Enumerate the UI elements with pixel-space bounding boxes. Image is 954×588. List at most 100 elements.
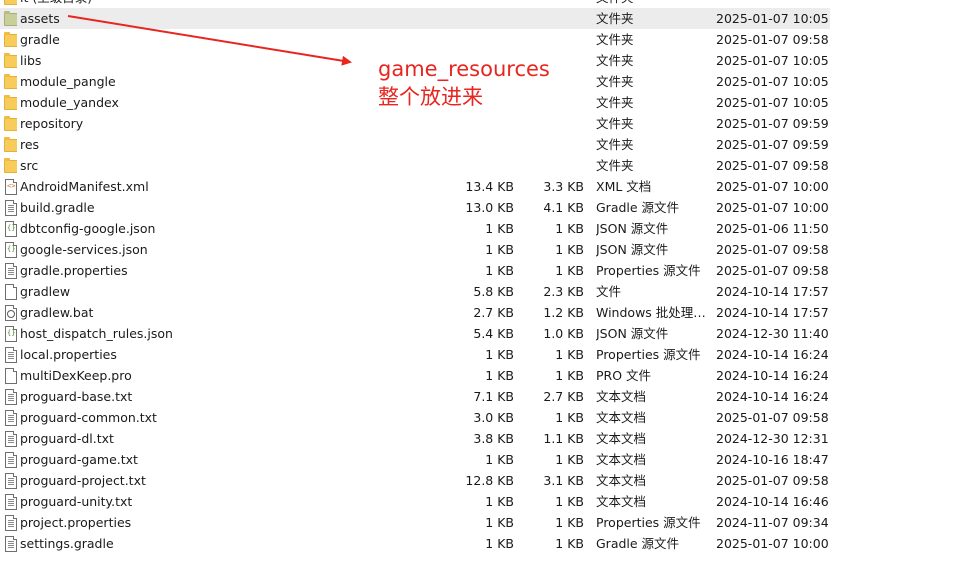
file-row[interactable]: proguard-project.txt 12.8 KB 3.1 KB 文本文档 202… [0,470,830,491]
file-type: 文件夹 [596,137,634,152]
file-modified-date: 2024-10-14 16:24 [716,368,829,383]
file-text-icon [3,449,17,470]
folder-icon [3,0,17,8]
file-row[interactable]: gradle.properties 1 KB 1 KB Properties 源文件 2… [0,260,830,281]
file-modified-date: 2025-01-07 09:59 [716,116,829,131]
file-modified-date: 2024-10-14 16:24 [716,347,829,362]
file-size [440,134,514,155]
file-type: 文本文档 [596,473,647,488]
folder-row[interactable]: lt (上级目录) 文件夹 [0,0,830,8]
file-text-icon [3,512,17,533]
file-type: JSON 源文件 [596,242,669,257]
file-row[interactable]: proguard-unity.txt 1 KB 1 KB 文本文档 2024-10-14… [0,491,830,512]
file-text-icon [3,470,17,491]
file-modified-date: 2025-01-07 10:05 [716,11,829,26]
file-type: 文本文档 [596,494,647,509]
file-type: JSON 源文件 [596,326,669,341]
file-text-icon [3,197,17,218]
annotation-text-folder-name: game_resources [378,57,550,81]
file-row[interactable]: gradlew 5.8 KB 2.3 KB 文件 2024-10-14 17:57 [0,281,830,302]
file-modified-date: 2025-01-07 09:59 [716,137,829,152]
file-size: 1 KB [485,494,514,509]
file-size: 3.0 KB [473,410,514,425]
file-type: 文件 [596,284,622,299]
file-type: Gradle 源文件 [596,200,680,215]
file-packed-size: 3.1 KB [543,473,584,488]
file-name: project.properties [20,515,132,530]
file-size [440,8,514,29]
file-name: proguard-common.txt [20,410,157,425]
file-type: 文件夹 [596,95,634,110]
file-name: local.properties [20,347,117,362]
folder-row[interactable]: res 文件夹 2025-01-07 09:59 [0,134,830,155]
file-modified-date: 2024-10-16 18:47 [716,452,829,467]
file-type: Windows 批处理… [596,305,706,320]
file-size: 2.7 KB [473,305,514,320]
file-row[interactable]: build.gradle 13.0 KB 4.1 KB Gradle 源文件 2025-… [0,197,830,218]
file-type: 文本文档 [596,410,647,425]
file-name: AndroidManifest.xml [20,179,149,194]
file-packed-size: 1 KB [555,494,584,509]
folder-row[interactable]: repository 文件夹 2025-01-07 09:59 [0,113,830,134]
folder-row[interactable]: gradle 文件夹 2025-01-07 09:58 [0,29,830,50]
file-name: multiDexKeep.pro [20,368,132,383]
file-type: 文本文档 [596,389,647,404]
file-size: 1 KB [485,221,514,236]
file-type: Properties 源文件 [596,515,701,530]
file-text-icon [3,407,17,428]
file-row[interactable]: proguard-game.txt 1 KB 1 KB 文本文档 2024-10-16 … [0,449,830,470]
file-row[interactable]: {} host_dispatch_rules.json 5.4 KB 1.0 KB JS… [0,323,830,344]
file-packed-size: 1 KB [555,452,584,467]
file-blank-icon [3,365,17,386]
file-type: Properties 源文件 [596,263,701,278]
file-row[interactable]: {} dbtconfig-google.json 1 KB 1 KB JSON 源文件 2… [0,218,830,239]
file-modified-date: 2025-01-07 09:58 [716,263,829,278]
folder-row[interactable]: assets 文件夹 2025-01-07 10:05 [0,8,830,29]
file-modified-date: 2025-01-07 10:05 [716,53,829,68]
file-type: Gradle 源文件 [596,536,680,551]
file-packed-size [520,29,584,50]
file-row[interactable]: <> AndroidManifest.xml 13.4 KB 3.3 KB XML 文档… [0,176,830,197]
file-row[interactable]: project.properties 1 KB 1 KB Properties 源文件… [0,512,830,533]
file-type: JSON 源文件 [596,221,669,236]
folder-icon [3,29,17,50]
file-size: 12.8 KB [465,473,514,488]
file-modified-date: 2024-10-14 16:24 [716,389,829,404]
file-modified-date: 2024-11-07 09:34 [716,515,829,530]
file-size: 5.8 KB [473,284,514,299]
file-size: 13.4 KB [465,179,514,194]
file-modified-date: 2024-12-30 11:40 [716,326,829,341]
file-packed-size [520,0,584,8]
file-name: gradle.properties [20,263,128,278]
file-packed-size [520,92,584,113]
file-size [440,155,514,176]
file-name: lt (上级目录) [20,0,440,8]
file-type: PRO 文件 [596,368,652,383]
file-name: proguard-project.txt [20,473,146,488]
file-row[interactable]: proguard-dl.txt 3.8 KB 1.1 KB 文本文档 2024-12-3… [0,428,830,449]
file-row[interactable]: proguard-common.txt 3.0 KB 1 KB 文本文档 2025-01… [0,407,830,428]
file-packed-size: 1 KB [555,536,584,551]
folder-row[interactable]: src 文件夹 2025-01-07 09:58 [0,155,830,176]
file-row[interactable]: local.properties 1 KB 1 KB Properties 源文件 20… [0,344,830,365]
file-packed-size: 1.2 KB [543,305,584,320]
file-size: 5.4 KB [473,326,514,341]
file-text-icon [3,344,17,365]
file-name: proguard-game.txt [20,452,138,467]
file-type: 文件夹 [596,53,634,68]
file-name: proguard-base.txt [20,389,133,404]
file-packed-size: 1 KB [555,368,584,383]
file-name: gradlew.bat [20,305,94,320]
file-row[interactable]: settings.gradle 1 KB 1 KB Gradle 源文件 2025-01… [0,533,830,554]
file-name: gradlew [20,284,71,299]
file-row[interactable]: proguard-base.txt 7.1 KB 2.7 KB 文本文档 2024-10… [0,386,830,407]
file-modified-date: 2024-10-14 17:57 [716,284,829,299]
file-row[interactable]: multiDexKeep.pro 1 KB 1 KB PRO 文件 2024-10-14… [0,365,830,386]
file-row[interactable]: {} google-services.json 1 KB 1 KB JSON 源文件 20… [0,239,830,260]
file-modified-date: 2025-01-07 10:05 [716,74,829,89]
file-type: 文件夹 [596,32,634,47]
file-modified-date: 2025-01-07 10:00 [716,200,829,215]
folder-icon [3,134,17,155]
file-row[interactable]: gradlew.bat 2.7 KB 1.2 KB Windows 批处理… 2024-… [0,302,830,323]
file-size: 13.0 KB [465,200,514,215]
